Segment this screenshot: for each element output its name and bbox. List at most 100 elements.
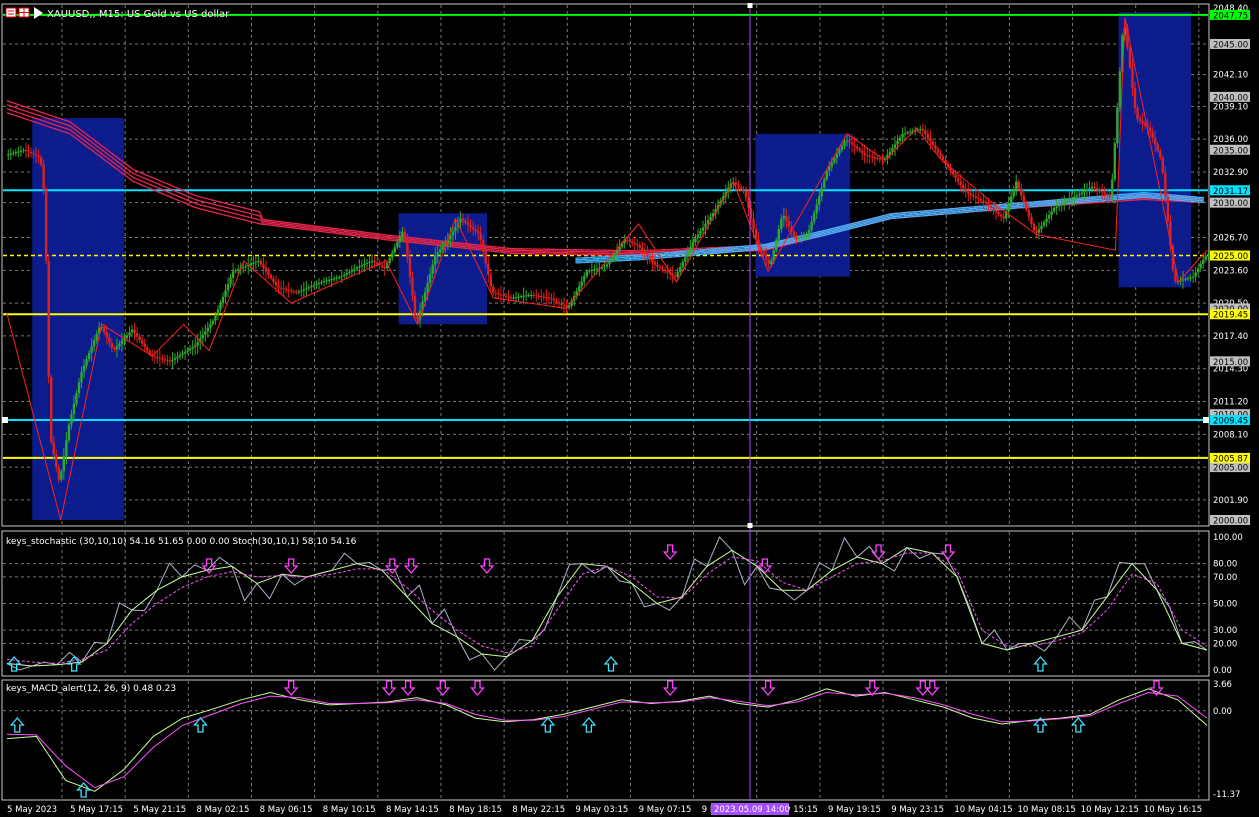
candle-body [519,296,523,298]
candle-body [140,340,144,344]
candle-body [80,371,83,383]
candle-body [300,290,303,292]
candle-body [631,241,634,243]
candle-body [787,221,791,227]
candle-body [17,151,20,153]
candle-body [464,220,467,223]
candle-body [120,340,124,344]
candle-body [777,229,780,240]
candle-body [835,153,839,159]
candle-body [1164,172,1167,197]
time-axis[interactable]: 5 May 2023 5 May 17:15 5 May 21:15 8 May 02… [7,803,1202,815]
candle-body [451,231,455,236]
candle-body [535,295,538,297]
candle-body [327,279,331,281]
candle-body [482,240,485,252]
candle-body [1070,198,1074,200]
candle-body [383,266,386,269]
candle-body [90,346,93,353]
candle-body [204,331,207,335]
candle-body [818,196,821,205]
candle-body [545,297,548,299]
candle-body [823,179,826,188]
candle-body [615,250,619,254]
candle-body [658,266,662,269]
candle-body [507,296,510,298]
stoch-axis-label: 30.00 [1213,626,1237,636]
candle-body [19,150,23,152]
time-axis-label: 5 May 17:15 [70,805,123,815]
candle-body [158,357,162,359]
candle-body [871,156,874,158]
candle-body [44,189,48,261]
crosshair-handle-top[interactable] [747,3,753,8]
candle-body [196,341,199,346]
line-handle-right[interactable] [1203,417,1209,423]
candle-body [1098,189,1101,192]
chart-menu-icon[interactable] [5,7,17,18]
candle-body [92,340,96,347]
candle-body [431,264,434,274]
stoch-axis-label: 70.00 [1213,573,1237,583]
candle-body [648,256,652,260]
candle-body [348,271,351,274]
candle-body [267,271,270,275]
line-handle-left[interactable] [2,417,8,423]
crosshair-handle-bottom[interactable] [747,523,753,528]
price-axis-label: 2032.90 [1213,168,1248,178]
candle-body [838,149,841,154]
candle-body [926,134,930,138]
candle-body [1075,195,1079,197]
candle-body [843,141,846,146]
candle-body [853,144,856,147]
candle-body [434,255,437,265]
candle-body [290,290,293,292]
candle-body [338,277,341,279]
chart-window[interactable]: 2048.402045.002042.102039.102036.002032.… [0,0,1259,817]
candle-body [588,270,591,272]
candle-body [595,268,599,270]
candle-body [848,140,851,143]
candle-body [939,152,942,157]
candle-body [229,277,232,285]
candle-body [941,156,945,161]
candle-body [305,288,308,290]
candle-body [984,201,988,204]
candle-body [562,304,566,307]
candle-body [820,187,823,197]
candle-body [812,213,816,222]
price-axis[interactable]: 2048.402045.002042.102039.102036.002032.… [1210,4,1250,800]
candle-body [315,284,318,286]
candle-body [62,455,66,472]
candle-body [350,270,354,272]
candle-body [1136,107,1139,120]
candle-body [211,320,215,325]
candle-body [742,188,745,192]
candle-body [426,283,429,293]
candle-body [1047,214,1051,219]
candle-body [55,454,58,468]
candle-body [1065,200,1068,203]
time-axis-label: 10 May 12:15 [1081,805,1139,815]
candle-body [436,252,439,256]
candle-body [908,131,912,133]
candle-body [279,287,283,289]
stoch-axis-label: 0.00 [1213,666,1232,676]
candle-body [951,170,955,175]
candle-body [343,274,346,276]
candle-body [977,197,980,200]
candle-body [585,271,588,277]
candle-body [641,247,644,251]
candle-body [810,221,813,231]
candle-body [29,151,33,154]
yellow-level-line-lower-tag: 2005.87 [1213,454,1248,464]
macd-pane[interactable] [1,679,1210,801]
main-pane[interactable] [1,3,1210,527]
time-axis-label: 8 May 14:15 [386,805,439,815]
candle-body [1015,181,1018,189]
candle-body [590,269,594,271]
candle-body [108,337,111,343]
candle-body [603,266,606,268]
candle-body [972,194,975,197]
candle-body [999,214,1003,217]
